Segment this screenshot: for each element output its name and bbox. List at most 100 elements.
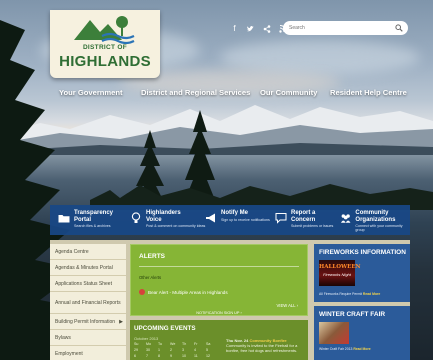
calendar-day[interactable]: 5 [206,348,218,352]
lightbulb-icon [131,212,141,223]
calendar-weekday: Th [182,342,187,346]
feature-caption-text: Winter Craft Fair 2013 [319,347,353,351]
calendar-day[interactable]: 29 [134,348,146,352]
chat-icon [275,213,287,224]
search-box [283,21,408,35]
calendar-day[interactable]: 1 [158,348,170,352]
calendar-day[interactable]: 7 [146,354,158,358]
search-icon[interactable] [395,24,403,32]
calendar-grid: Su Mo Tu We Th Fr Sa 29 30 1 2 3 4 5 6 7… [134,342,218,358]
facebook-icon[interactable]: f [230,24,239,33]
divider [139,266,299,267]
calendar-weekday: Su [134,342,139,346]
chevron-right-icon: ▶ [119,318,123,325]
calendar-day[interactable]: 6 [134,354,146,358]
quicklink-subtitle: Connect with your community group [355,224,403,232]
upcoming-events-panel: UPCOMING EVENTS October 2013 Su Mo Tu We… [130,320,308,360]
menu-item-bylaws[interactable]: Bylaws [50,330,126,346]
thumbnail-title: HALLOWEEN [319,264,361,270]
alert-dot-icon [139,289,145,295]
view-all-link[interactable]: VIEW ALL › [277,303,299,308]
feature-caption-text: All Fireworks Require Permit [319,292,362,296]
forest-line [90,184,433,210]
calendar-day[interactable]: 3 [182,348,194,352]
side-menu: Agenda Centre Agendas & Minutes Portal A… [50,244,126,360]
calendar-weekday: We [170,342,176,346]
nav-our-community[interactable]: Our Community [260,88,317,97]
quicklink-subtitle: Sign up to receive notifications [221,217,270,222]
alert-item-label: Bear Alert - Multiple Areas in Highlands [148,289,228,295]
calendar-day[interactable]: 4 [194,348,206,352]
feature-title: WINTER CRAFT FAIR [319,311,386,318]
folder-icon [58,215,70,223]
menu-item-applications-status[interactable]: Applications Status Sheet [50,276,126,292]
social-links: f [230,24,287,33]
calendar-weekday: Tu [158,342,163,346]
craft-fair-thumbnail[interactable] [319,322,349,344]
calendar-day[interactable]: 30 [146,348,158,352]
menu-item-annual-reports[interactable]: Annual and Financial Reports [50,292,126,314]
menu-item-label: Building Permit Information [55,318,116,325]
calendar-day[interactable]: 10 [182,354,194,358]
alerts-panel: ALERTS Other Alerts Bear Alert - Multipl… [130,244,308,316]
site-logo[interactable]: DISTRICT OF HIGHLANDS [50,10,160,78]
quicklink-report-concern[interactable]: Report a Concern Submit problems or issu… [275,210,333,228]
calendar-day[interactable]: 8 [158,354,170,358]
feature-caption: Winter Craft Fair 2013 Read More [319,347,371,351]
calendar-day[interactable]: 9 [170,354,182,358]
nav-resident-help[interactable]: Resident Help Centre [330,88,407,97]
quicklink-title: Concern [291,216,316,223]
logo-mark-icon [74,16,135,44]
calendar-weekday: Fr [194,342,198,346]
feature-fireworks[interactable]: FIREWORKS INFORMATION HALLOWEEN Firework… [314,244,410,302]
quick-links-bar: Transparency Portal Search files & archi… [50,205,410,235]
feature-craft-fair[interactable]: WINTER CRAFT FAIR Winter Craft Fair 2013… [314,306,410,360]
content-panel: Agenda Centre Agendas & Minutes Portal A… [50,240,410,360]
notification-signup-link[interactable]: NOTIFICATION SIGN UP › [131,311,307,315]
thumbnail-subtitle: Fireworks Night [323,272,351,277]
menu-item-employment[interactable]: Employment [50,346,126,360]
quicklink-notify-me[interactable]: Notify Me Sign up to receive notificatio… [205,210,270,224]
event-item[interactable]: Thu Nov. 24 Community Bonfire Community … [226,338,304,353]
quicklink-title: Organizations [355,216,396,223]
calendar-weekday: Mo [146,342,151,346]
quicklink-title: Portal [74,216,92,223]
share-icon[interactable] [262,24,271,33]
read-more-link[interactable]: Read More [363,292,380,296]
quicklink-title: Notify Me [221,210,248,216]
quicklink-subtitle: Submit problems or issues [291,224,334,228]
calendar-day[interactable]: 11 [194,354,206,358]
search-input[interactable] [289,25,389,31]
megaphone-icon [206,213,215,223]
quicklink-transparency-portal[interactable]: Transparency Portal Search files & archi… [58,210,113,228]
menu-item-agendas-minutes[interactable]: Agendas & Minutes Portal [50,260,126,276]
main-nav: Your Government District and Regional Se… [0,88,433,102]
events-title: UPCOMING EVENTS [134,325,196,332]
menu-item-agenda-centre[interactable]: Agenda Centre [50,244,126,260]
alerts-subtitle: Other Alerts [139,275,162,280]
alert-item[interactable]: Bear Alert - Multiple Areas in Highlands [139,289,228,295]
nav-district-services[interactable]: District and Regional Services [141,88,250,97]
feature-caption: All Fireworks Require Permit Read More [319,292,380,296]
event-description: Community is invited to the Firehall for… [226,343,298,353]
quicklink-community-organizations[interactable]: Community Organizations Connect with you… [340,210,410,232]
nav-your-government[interactable]: Your Government [59,88,123,97]
calendar-month: October 2013 [134,336,159,341]
logo-name: HIGHLANDS [59,53,151,70]
quicklink-title: Voice [146,216,162,223]
twitter-icon[interactable] [246,24,255,33]
people-icon [340,214,351,223]
read-more-link[interactable]: Read More [353,347,370,351]
quicklink-highlanders-voice[interactable]: Highlanders Voice Post & comment on comm… [130,210,205,228]
quicklink-subtitle: Post & comment on community ideas [146,224,206,228]
feature-title: FIREWORKS INFORMATION [319,249,406,256]
calendar-weekday: Sa [206,342,211,346]
calendar-day[interactable]: 2 [170,348,182,352]
calendar-day[interactable]: 12 [206,354,218,358]
fireworks-thumbnail[interactable]: HALLOWEEN Fireworks Night [319,260,361,286]
events-calendar: October 2013 Su Mo Tu We Th Fr Sa 29 30 … [134,336,218,358]
quicklink-title: Transparency [74,210,114,216]
menu-item-building-permit[interactable]: Building Permit Information ▶ [50,314,126,330]
quicklink-subtitle: Search files & archives [74,224,111,228]
logo-district-label: DISTRICT OF [82,44,128,51]
